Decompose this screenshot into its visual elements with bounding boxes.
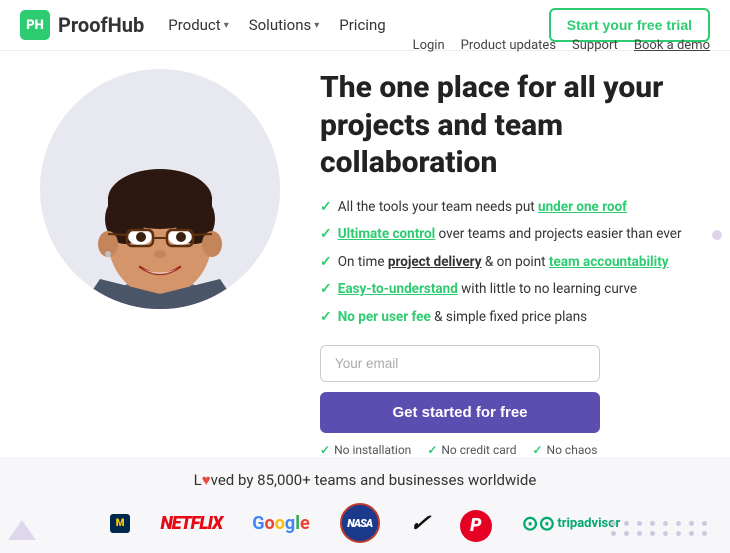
person-illustration [45,79,275,309]
login-link[interactable]: Login [413,38,445,53]
nav-left: PH ProofHub Product ▾ Solutions ▾ Pricin… [20,10,386,40]
triangle-decoration [8,520,36,540]
nav-items: Product ▾ Solutions ▾ Pricing [168,16,385,34]
logos-row: M NETFLIX Google NASA ✓ P ⊙⊙ tripadvisor [20,503,710,543]
logo-text: ProofHub [58,13,144,37]
check-icon: ✓ [427,443,437,457]
tripadvisor-logo: ⊙⊙ tripadvisor [522,511,621,535]
feature-item-4: ✓ Easy-to-understand with little to no l… [320,280,710,300]
check-icon: ✓ [532,443,542,457]
feature-item-3: ✓ On time project delivery & on point te… [320,253,710,273]
logo-icon: PH [20,10,50,40]
no-chaos-badge: ✓ No chaos [532,443,597,457]
dots-decoration [611,521,710,536]
get-started-button[interactable]: Get started for free [320,392,600,433]
book-demo-link[interactable]: Book a demo [634,38,710,53]
check-icon: ✓ [320,253,332,273]
email-form: Get started for free [320,345,710,433]
google-logo: Google [252,513,309,534]
portrait-section [20,59,300,457]
no-installation-badge: ✓ No installation [320,443,411,457]
nike-logo: ✓ [407,509,432,537]
check-icon: ✓ [320,280,332,300]
start-free-trial-button[interactable]: Start your free trial [549,8,710,42]
chevron-down-icon: ▾ [224,20,229,31]
main-content: The one place for all your projects and … [0,59,730,457]
pinterest-logo: P [460,505,492,542]
check-icon: ✓ [320,225,332,245]
hero-title: The one place for all your projects and … [320,69,710,182]
nav-secondary-links: Login Product updates Support Book a dem… [413,38,710,53]
check-icon: ✓ [320,308,332,328]
features-list: ✓ All the tools your team needs put unde… [320,198,710,328]
email-input[interactable] [320,345,600,382]
feature-item-1: ✓ All the tools your team needs put unde… [320,198,710,218]
nav-item-pricing[interactable]: Pricing [339,16,385,34]
loved-text: L♥ved by 85,000+ teams and businesses wo… [20,471,710,489]
nav-item-product[interactable]: Product ▾ [168,16,228,34]
no-credit-card-badge: ✓ No credit card [427,443,516,457]
portrait-circle [40,69,280,309]
sub-badges: ✓ No installation ✓ No credit card ✓ No … [320,443,710,457]
feature-item-2: ✓ Ultimate control over teams and projec… [320,225,710,245]
content-section: The one place for all your projects and … [300,59,710,457]
navbar: PH ProofHub Product ▾ Solutions ▾ Pricin… [0,0,730,51]
check-icon: ✓ [320,198,332,218]
heart-icon: ♥ [202,471,211,489]
bottom-section: L♥ved by 85,000+ teams and businesses wo… [0,457,730,553]
nasa-logo: NASA [340,503,380,543]
michigan-logo: M [110,514,131,533]
logo[interactable]: PH ProofHub [20,10,144,40]
product-updates-link[interactable]: Product updates [461,38,556,53]
netflix-logo: NETFLIX [160,513,222,534]
chevron-down-icon: ▾ [314,20,319,31]
support-link[interactable]: Support [572,38,618,53]
check-icon: ✓ [320,443,330,457]
nav-item-solutions[interactable]: Solutions ▾ [249,16,320,34]
feature-item-5: ✓ No per user fee & simple fixed price p… [320,308,710,328]
